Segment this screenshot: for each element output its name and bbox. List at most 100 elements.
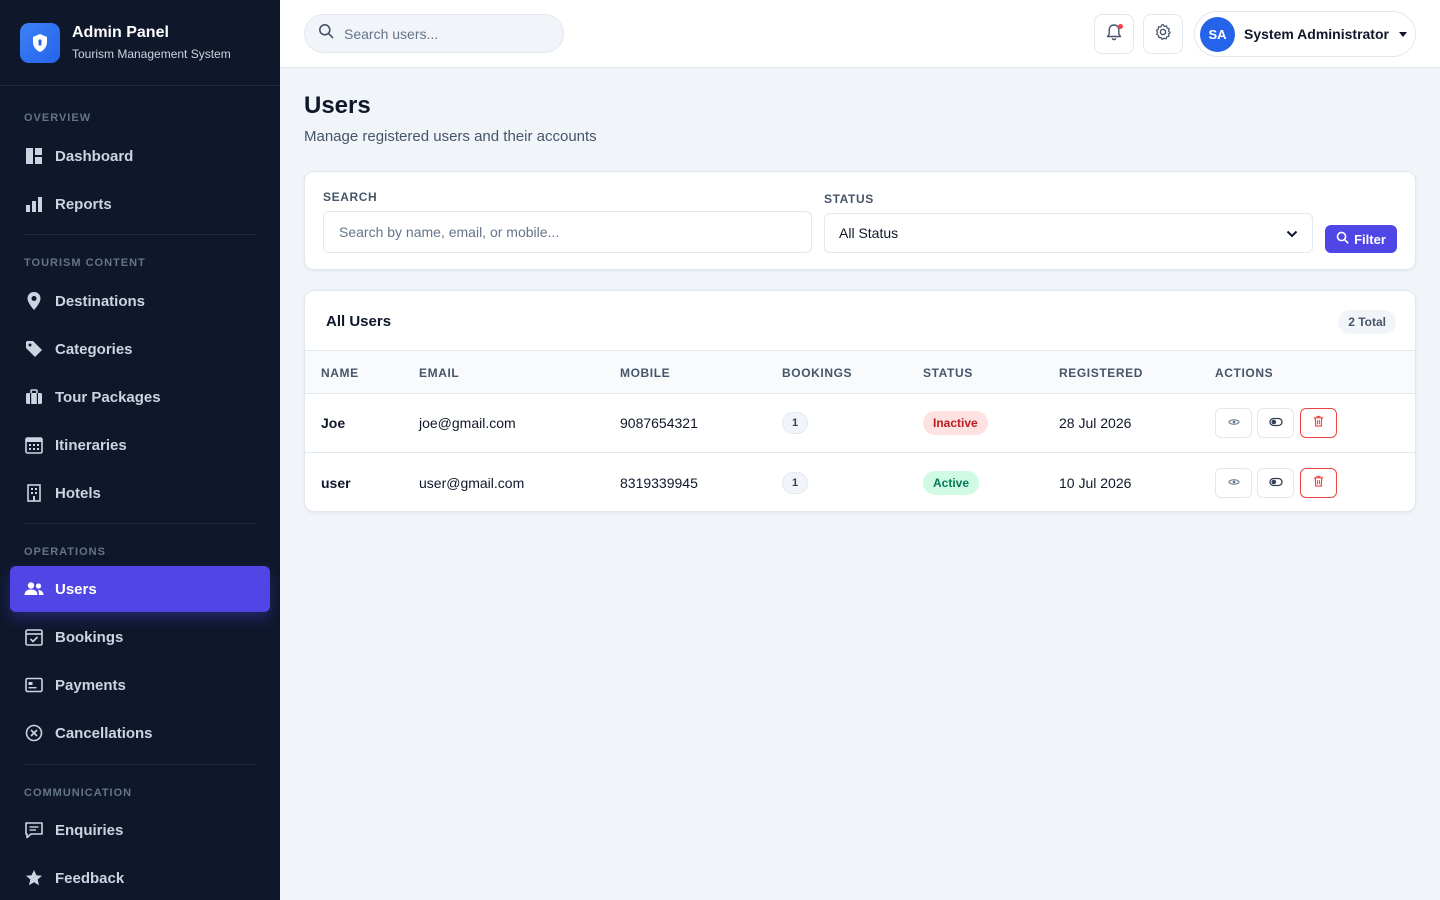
table-row: user user@gmail.com 8319339945 1 Active … — [305, 454, 1415, 511]
user-email-cell: joe@gmail.com — [419, 415, 516, 431]
sidebar: Admin Panel Tourism Management System OV… — [0, 0, 280, 900]
column-header-status: STATUS — [923, 366, 973, 380]
sidebar-item-destinations[interactable]: Destinations — [10, 278, 270, 324]
delete-user-button[interactable] — [1300, 408, 1337, 438]
user-name-cell: user — [321, 475, 351, 491]
eye-icon — [1227, 474, 1240, 492]
sidebar-item-label: Dashboard — [55, 147, 134, 165]
search-label: SEARCH — [323, 190, 378, 204]
sidebar-item-payments[interactable]: Payments — [10, 662, 270, 708]
sidebar-item-label: Feedback — [55, 869, 125, 887]
tag-icon — [24, 339, 44, 359]
delete-user-button[interactable] — [1300, 468, 1337, 498]
status-badge: Active — [923, 471, 980, 495]
table-header: NAME EMAIL MOBILE BOOKINGS STATUS REGIST… — [305, 351, 1415, 394]
credit-card-icon — [24, 675, 44, 695]
column-header-email: EMAIL — [419, 366, 460, 380]
sidebar-item-label: Enquiries — [55, 821, 124, 839]
status-label: STATUS — [824, 192, 874, 206]
status-select-value: All Status — [839, 225, 899, 241]
sidebar-item-label: Itineraries — [55, 436, 127, 454]
gear-icon — [1154, 23, 1172, 46]
toggle-icon — [1268, 414, 1283, 432]
registered-date-cell: 28 Jul 2026 — [1059, 415, 1132, 431]
notifications-button[interactable] — [1094, 14, 1134, 54]
bookings-count: 1 — [782, 412, 808, 434]
building-icon — [24, 483, 44, 503]
column-header-bookings: BOOKINGS — [782, 366, 853, 380]
sidebar-item-dashboard[interactable]: Dashboard — [10, 133, 270, 179]
users-icon — [24, 579, 44, 599]
status-badge: Inactive — [923, 411, 988, 435]
suitcase-icon — [24, 387, 44, 407]
sidebar-item-cancellations[interactable]: Cancellations — [10, 710, 270, 756]
users-table-card: All Users 2 Total NAME EMAIL MOBILE BOOK… — [304, 290, 1416, 512]
calendar-check-icon — [24, 627, 44, 647]
chevron-down-icon — [1286, 225, 1298, 241]
column-header-name: NAME — [321, 366, 359, 380]
sidebar-item-label: Payments — [55, 676, 126, 694]
user-email-cell: user@gmail.com — [419, 475, 525, 491]
toggle-icon — [1268, 474, 1283, 492]
toggle-status-button[interactable] — [1257, 468, 1294, 498]
sidebar-item-bookings[interactable]: Bookings — [10, 614, 270, 660]
settings-button[interactable] — [1143, 14, 1183, 54]
eye-icon — [1227, 414, 1240, 432]
top-search-input[interactable] — [344, 25, 544, 42]
sidebar-item-enquiries[interactable]: Enquiries — [10, 807, 270, 853]
star-icon — [24, 868, 44, 888]
table-row: Joe joe@gmail.com 9087654321 1 Inactive … — [305, 394, 1415, 453]
sidebar-item-reports[interactable]: Reports — [10, 181, 270, 227]
filter-button[interactable]: Filter — [1325, 225, 1397, 253]
search-icon — [318, 23, 334, 44]
nav-divider — [24, 234, 256, 235]
column-header-actions: ACTIONS — [1215, 366, 1274, 380]
total-badge: 2 Total — [1338, 310, 1396, 334]
user-menu[interactable]: SA System Administrator — [1194, 11, 1416, 57]
sidebar-item-label: Categories — [55, 340, 133, 358]
search-input[interactable] — [323, 211, 812, 253]
filter-card: SEARCH STATUS All Status Filter — [304, 171, 1416, 270]
sidebar-item-itineraries[interactable]: Itineraries — [10, 422, 270, 468]
page-title: Users — [304, 92, 371, 119]
sidebar-item-tour-packages[interactable]: Tour Packages — [10, 374, 270, 420]
nav-heading-operations: OPERATIONS — [24, 546, 106, 558]
user-name: System Administrator — [1244, 26, 1389, 42]
calendar-grid-icon — [24, 435, 44, 455]
chevron-down-icon — [1398, 31, 1407, 37]
sidebar-item-hotels[interactable]: Hotels — [10, 470, 270, 516]
view-user-button[interactable] — [1215, 408, 1252, 438]
sidebar-item-label: Users — [55, 580, 97, 598]
nav-divider — [24, 764, 256, 765]
top-search-box[interactable] — [304, 14, 564, 53]
page-subtitle: Manage registered users and their accoun… — [304, 128, 597, 145]
nav-heading-overview: OVERVIEW — [24, 112, 92, 124]
sidebar-item-label: Reports — [55, 195, 112, 213]
status-select[interactable]: All Status — [824, 213, 1313, 253]
bookings-count: 1 — [782, 472, 808, 494]
sidebar-item-users[interactable]: Users — [10, 566, 270, 612]
brand-title: Admin Panel — [72, 24, 169, 41]
sidebar-item-feedback[interactable]: Feedback — [10, 855, 270, 900]
registered-date-cell: 10 Jul 2026 — [1059, 475, 1132, 491]
notification-dot — [1118, 24, 1123, 29]
search-icon — [1336, 231, 1354, 247]
topbar: SA System Administrator — [280, 0, 1440, 68]
sidebar-item-label: Cancellations — [55, 724, 153, 742]
x-circle-icon — [24, 723, 44, 743]
toggle-status-button[interactable] — [1257, 408, 1294, 438]
view-user-button[interactable] — [1215, 468, 1252, 498]
sidebar-item-label: Destinations — [55, 292, 146, 310]
card-title: All Users — [326, 313, 392, 330]
sidebar-item-label: Tour Packages — [55, 388, 161, 406]
dashboard-icon — [24, 146, 44, 166]
shield-logo-icon — [20, 22, 60, 63]
sidebar-item-categories[interactable]: Categories — [10, 326, 270, 372]
nav-divider — [24, 523, 256, 524]
sidebar-item-label: Hotels — [55, 484, 101, 502]
trash-icon — [1313, 414, 1324, 432]
brand-subtitle: Tourism Management System — [72, 47, 231, 61]
trash-icon — [1313, 474, 1324, 492]
user-mobile-cell: 8319339945 — [620, 475, 698, 491]
card-header: All Users 2 Total — [305, 291, 1415, 351]
